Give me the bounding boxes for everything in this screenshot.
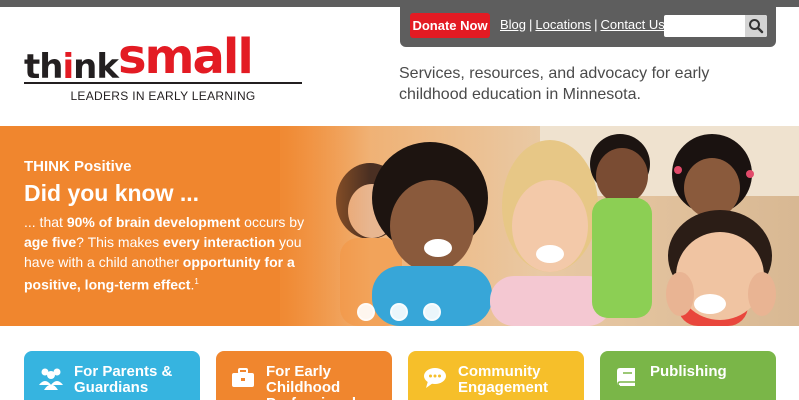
- logo-tagline: LEADERS IN EARLY LEARNING: [70, 89, 256, 103]
- hero-kicker: THINK Positive: [24, 158, 132, 175]
- site-logo[interactable]: thinksmall LEADERS IN EARLY LEARNING: [24, 33, 302, 105]
- slide-dot-3[interactable]: [423, 303, 441, 321]
- tile-publishing[interactable]: Publishing: [600, 351, 776, 400]
- search-box: [664, 15, 767, 37]
- speech-bubble-icon: [424, 368, 446, 388]
- top-bar: [0, 0, 799, 7]
- hero-banner: THINK Positive Did you know ... ... that…: [0, 126, 799, 326]
- tile-community-engagement[interactable]: Community Engagement: [408, 351, 584, 400]
- utility-links: Blog | Locations | Contact Us: [500, 17, 665, 32]
- logo-wordmark: thinksmall: [24, 29, 254, 87]
- logo-divider: [24, 82, 302, 84]
- slide-dot-1[interactable]: [357, 303, 375, 321]
- hero-body: ... that 90% of brain development occurs…: [24, 214, 305, 293]
- briefcase-icon: [232, 368, 254, 387]
- search-button[interactable]: [745, 15, 767, 37]
- tile-early-childhood-professionals[interactable]: For Early Childhood Professionals: [216, 351, 392, 400]
- header-tagline: Services, resources, and advocacy for ea…: [399, 65, 710, 103]
- search-input[interactable]: [666, 17, 744, 35]
- tile-parents-guardians[interactable]: For Parents & Guardians: [24, 351, 200, 400]
- tile-label: For Parents & Guardians: [74, 363, 173, 396]
- people-icon: [39, 368, 63, 390]
- blog-link[interactable]: Blog: [500, 17, 526, 32]
- donate-button[interactable]: Donate Now: [410, 13, 490, 38]
- search-icon: [749, 19, 764, 34]
- tile-label: For Early Childhood Professionals: [266, 363, 364, 400]
- slide-dot-2[interactable]: [390, 303, 408, 321]
- contact-us-link[interactable]: Contact Us: [600, 17, 664, 32]
- book-icon: [617, 368, 635, 387]
- hero-title: Did you know ...: [24, 180, 200, 206]
- utility-bar: Donate Now Blog | Locations | Contact Us: [400, 7, 776, 47]
- locations-link[interactable]: Locations: [535, 17, 591, 32]
- tile-label: Community Engagement: [458, 363, 549, 396]
- tile-label: Publishing: [650, 363, 727, 380]
